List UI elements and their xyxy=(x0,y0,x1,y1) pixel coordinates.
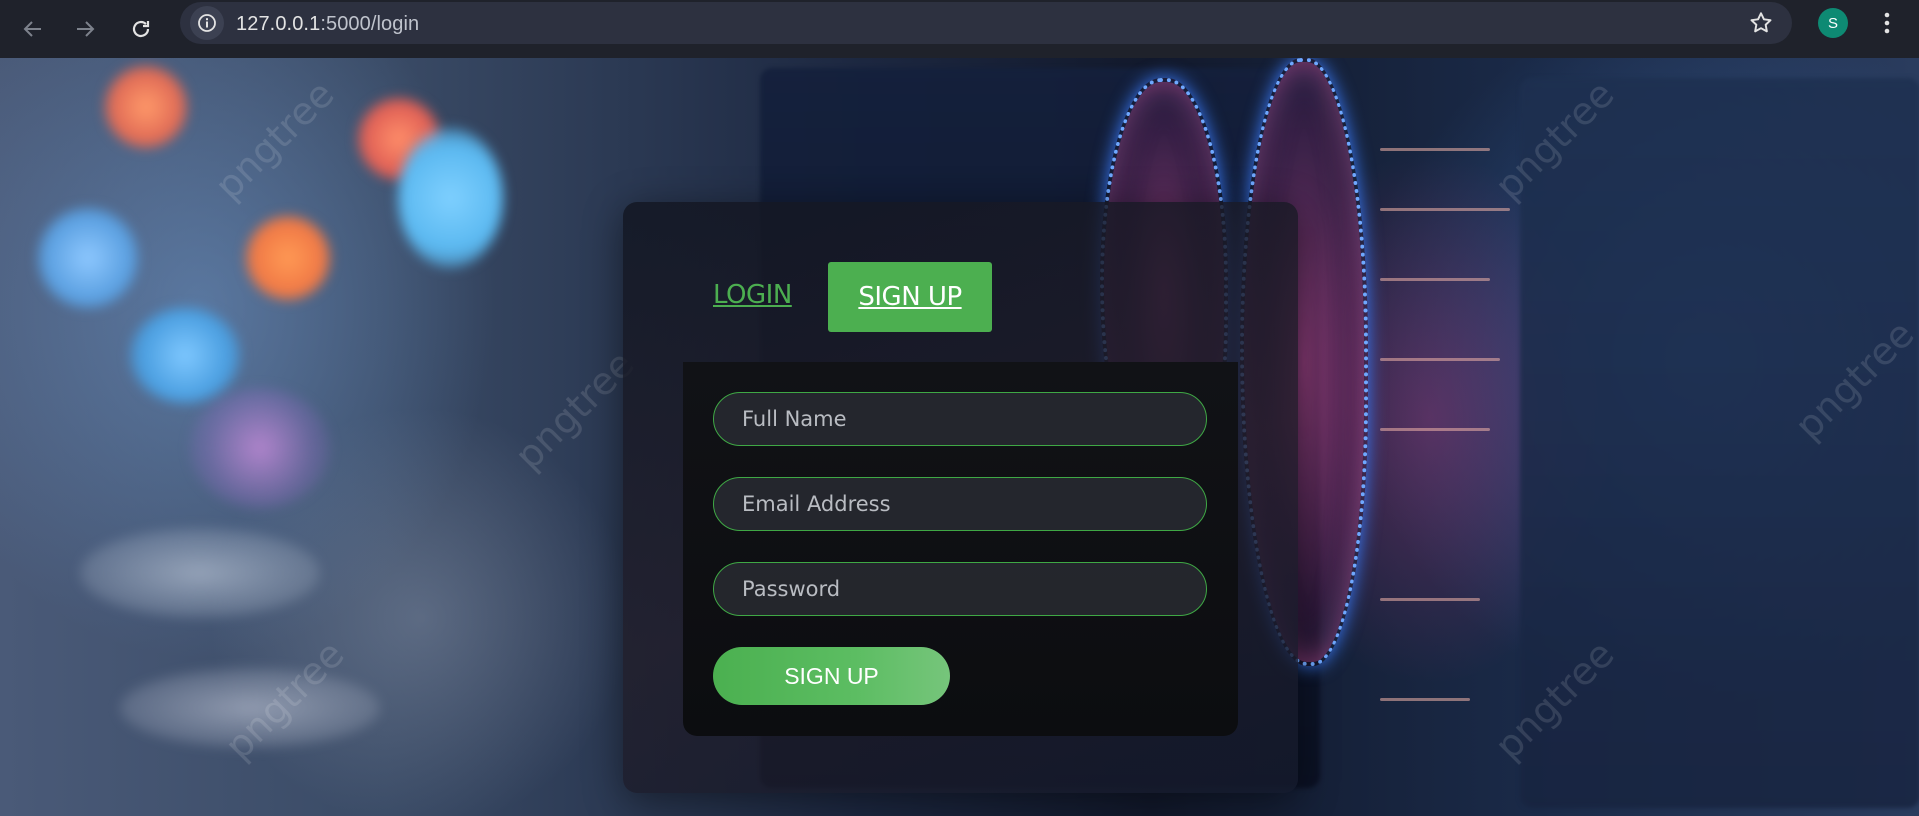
bokeh-light xyxy=(190,388,330,508)
tab-signup[interactable]: SIGN UP xyxy=(828,262,992,332)
auth-card: LOGIN SIGN UP SIGN UP xyxy=(623,202,1298,793)
forward-button[interactable] xyxy=(64,8,106,50)
arrow-left-icon xyxy=(23,21,41,37)
email-field[interactable] xyxy=(713,477,1207,531)
data-line xyxy=(1380,208,1510,211)
full-name-field[interactable] xyxy=(713,392,1207,446)
bokeh-light xyxy=(246,216,330,300)
profile-initial: S xyxy=(1827,14,1838,32)
password-field[interactable] xyxy=(713,562,1207,616)
reload-button[interactable] xyxy=(120,8,162,50)
data-line xyxy=(1380,598,1480,601)
bokeh-light xyxy=(80,528,320,618)
arrow-right-icon xyxy=(77,21,95,37)
data-line xyxy=(1380,148,1490,151)
data-line xyxy=(1380,278,1490,281)
signup-submit-label: SIGN UP xyxy=(784,662,879,689)
data-line xyxy=(1380,698,1470,701)
url-text: 127.0.0.1:5000/login xyxy=(236,13,419,36)
info-icon xyxy=(198,14,216,32)
signup-form: SIGN UP xyxy=(683,362,1238,736)
url-host: 127.0.0.1 xyxy=(236,13,321,35)
bokeh-light xyxy=(120,668,380,748)
tab-signup-label: SIGN UP xyxy=(858,282,962,312)
data-line xyxy=(1380,428,1490,431)
bookmark-star-icon[interactable] xyxy=(1748,10,1774,36)
watermark: pngtree xyxy=(206,71,343,209)
back-button[interactable] xyxy=(12,8,54,50)
email-input[interactable] xyxy=(740,491,1206,517)
data-line xyxy=(1380,358,1500,361)
bokeh-light xyxy=(38,208,138,308)
reload-icon xyxy=(132,20,150,38)
bokeh-light xyxy=(105,66,187,148)
profile-avatar[interactable]: S xyxy=(1818,8,1848,38)
url-path: :5000/login xyxy=(320,13,420,35)
password-input[interactable] xyxy=(740,576,1206,602)
bokeh-light xyxy=(130,308,240,403)
bokeh-light xyxy=(398,128,503,268)
tab-login[interactable]: LOGIN xyxy=(713,280,792,310)
more-vert-icon[interactable] xyxy=(1874,8,1900,38)
full-name-input[interactable] xyxy=(740,406,1206,432)
signup-submit-button[interactable]: SIGN UP xyxy=(713,647,950,705)
address-bar[interactable]: 127.0.0.1:5000/login xyxy=(180,2,1792,44)
browser-toolbar: 127.0.0.1:5000/login S xyxy=(0,0,1919,58)
site-info-button[interactable] xyxy=(190,6,224,40)
monitor-screen xyxy=(1520,78,1919,808)
